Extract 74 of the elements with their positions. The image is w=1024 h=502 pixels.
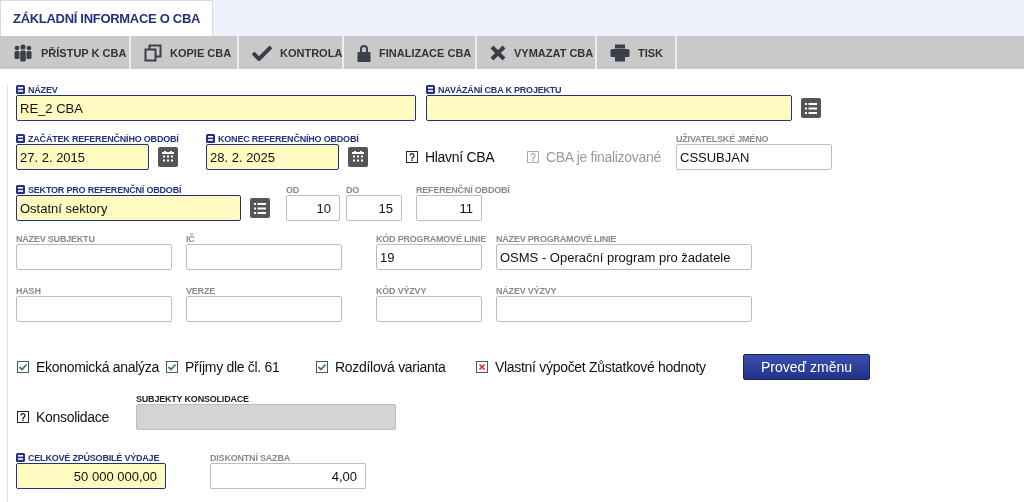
input-field[interactable]	[16, 296, 172, 322]
required-icon	[16, 134, 25, 143]
input-field[interactable]: 15	[346, 195, 402, 221]
input-field[interactable]: 27. 2. 2015	[16, 144, 149, 170]
field-label: KÓD VÝZVY	[376, 285, 427, 296]
checked-checkbox[interactable]	[17, 361, 29, 373]
checkbox-label: Rozdílová varianta	[335, 359, 446, 375]
checkbox-label: Ekonomická analýza	[36, 359, 159, 375]
calendar-icon	[162, 151, 174, 163]
checkbox-label: Hlavní CBA	[425, 149, 495, 165]
tab[interactable]: ZÁKLADNÍ INFORMACE O CBA	[0, 0, 214, 36]
field-label: SEKTOR PRO REFERENČNÍ OBDOBÍ	[28, 184, 182, 195]
printer-icon	[610, 43, 630, 62]
input-field[interactable]	[496, 296, 752, 322]
field-label: CELKOVÉ ZPŮSOBILÉ VÝDAJE	[28, 452, 160, 463]
unset-checkbox[interactable]	[406, 151, 418, 163]
field-label: UŽIVATELSKÉ JMÉNO	[676, 133, 769, 144]
calendar-button[interactable]	[348, 147, 368, 167]
required-icon	[206, 134, 215, 143]
close-icon	[490, 44, 506, 61]
field-label: KÓD PROGRAMOVÉ LINIE	[376, 233, 486, 244]
checkbox-label: Konsolidace	[36, 409, 109, 425]
input-field[interactable]	[426, 95, 792, 121]
input-field[interactable]: 19	[376, 244, 482, 270]
input-field[interactable]: 4,00	[210, 463, 366, 489]
field-label: NÁZEV SUBJEKTU	[16, 233, 95, 244]
list-icon	[805, 102, 817, 114]
people-icon	[13, 43, 33, 62]
required-icon	[16, 85, 25, 94]
input-field[interactable]	[376, 296, 482, 322]
input-field[interactable]: 50 000 000,00	[16, 463, 166, 489]
field-label: IČ	[186, 233, 195, 244]
checkbox-label: Vlastní výpočet Zůstatkové hodnoty	[495, 359, 706, 375]
check-icon	[252, 44, 272, 61]
checkbox-label: Příjmy dle čl. 61	[185, 359, 280, 375]
list-button[interactable]	[250, 198, 270, 218]
field-label: NÁZEV PROGRAMOVÉ LINIE	[496, 233, 617, 244]
input-field[interactable]: 28. 2. 2025	[206, 144, 339, 170]
field-label: NÁZEV VÝZVY	[496, 285, 557, 296]
copy-icon	[144, 43, 162, 62]
calendar-icon	[352, 151, 364, 163]
required-icon	[426, 85, 435, 94]
checked-checkbox[interactable]	[166, 361, 178, 373]
input-field[interactable]: RE_2 CBA	[16, 95, 416, 121]
field-label: OD	[286, 184, 300, 195]
field-label: REFERENČNÍ OBDOBÍ	[416, 184, 510, 195]
input-field[interactable]: CSSUBJAN	[676, 144, 832, 170]
unset-checkbox[interactable]	[17, 411, 29, 423]
checkbox-label: CBA je finalizované	[546, 149, 661, 165]
input-field[interactable]: 10	[286, 195, 340, 221]
input-field[interactable]: Ostatní sektory	[16, 195, 241, 221]
lock-icon	[357, 43, 371, 62]
input-field[interactable]	[16, 244, 172, 270]
field-label: KONEC REFERENČNÍHO OBDOBÍ	[218, 133, 359, 144]
input-field[interactable]	[186, 296, 342, 322]
field-label: HASH	[16, 285, 41, 296]
field-label: DISKONTNÍ SAZBA	[210, 452, 290, 463]
required-icon	[16, 453, 25, 462]
field-label: NÁZEV	[28, 84, 58, 95]
field-label: NAVÁZÁNÍ CBA K PROJEKTU	[438, 84, 562, 95]
required-icon	[16, 185, 25, 194]
change-button[interactable]: Proveď změnu	[743, 354, 870, 380]
field-label: ZAČÁTEK REFERENČNÍHO OBDOBÍ	[28, 133, 179, 144]
calendar-button[interactable]	[158, 147, 178, 167]
field-label: DO	[346, 184, 360, 195]
field-label: SUBJEKTY KONSOLIDACE	[136, 393, 249, 404]
list-icon	[254, 202, 266, 214]
input-field[interactable]	[186, 244, 342, 270]
crossed-checkbox[interactable]	[476, 361, 488, 373]
checked-checkbox[interactable]	[316, 361, 328, 373]
input-field[interactable]: OSMS - Operační program pro žadatele	[496, 244, 752, 270]
input-field[interactable]: 11	[416, 195, 482, 221]
field-label: VERZE	[186, 285, 215, 296]
list-button[interactable]	[801, 98, 821, 118]
